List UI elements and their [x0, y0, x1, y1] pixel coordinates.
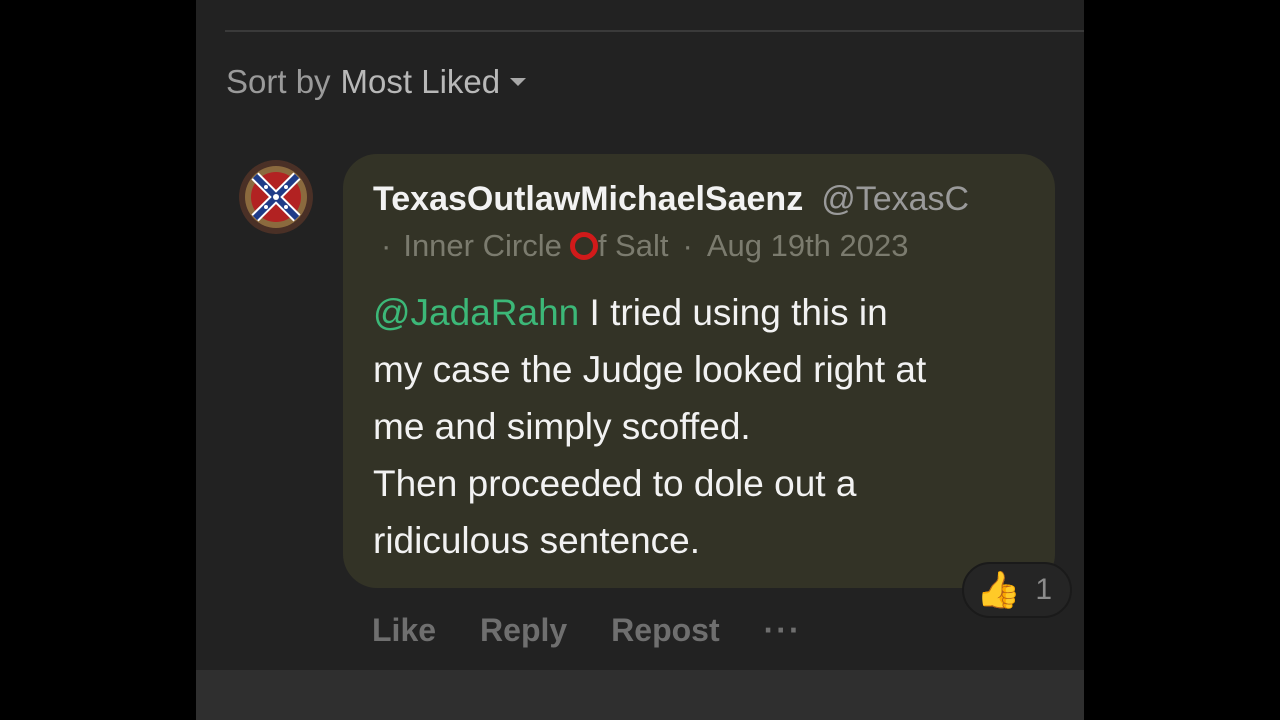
comment-bubble: TexasOutlawMichaelSaenz @TexasC · Inner C…	[343, 154, 1055, 588]
group-name-part[interactable]: Inner Circle	[403, 228, 562, 264]
reaction-count: 1	[1035, 573, 1052, 606]
like-button[interactable]: Like	[372, 612, 436, 649]
body-line: I tried using this in	[579, 292, 888, 333]
reaction-badge[interactable]: 👍 1	[962, 562, 1072, 618]
repost-button[interactable]: Repost	[611, 612, 719, 649]
comments-panel: Sort by Most Liked TexasOutlawMichaelSae…	[196, 0, 1084, 720]
group-name-part[interactable]: f Salt	[598, 228, 669, 264]
more-options-icon[interactable]: ···	[764, 612, 802, 649]
mention-link[interactable]: @JadaRahn	[373, 292, 579, 333]
comment-meta: · Inner Circle f Salt · Aug 19th 2023	[381, 228, 909, 264]
red-circle-annotation-icon	[569, 232, 598, 260]
divider	[225, 30, 1084, 32]
body-line: ridiculous sentence.	[373, 520, 701, 561]
comment-actions: Like Reply Repost ···	[372, 608, 846, 652]
battle-flag-avatar-icon	[239, 160, 313, 234]
caret-down-icon[interactable]	[510, 78, 527, 86]
meta-separator: ·	[381, 228, 392, 263]
body-line: Then proceeded to dole out a	[373, 463, 857, 504]
bottom-bar	[196, 670, 1084, 720]
meta-separator: ·	[682, 228, 693, 263]
comment-date[interactable]: Aug 19th 2023	[707, 228, 909, 264]
body-line: me and simply scoffed.	[373, 406, 751, 447]
avatar[interactable]	[239, 160, 313, 234]
author-name[interactable]: TexasOutlawMichaelSaenz	[373, 180, 803, 218]
sort-dropdown[interactable]: Sort by Most Liked	[226, 62, 527, 102]
comment-body: @JadaRahn I tried using this in my case …	[373, 284, 1043, 569]
reply-button[interactable]: Reply	[480, 612, 567, 649]
body-line: my case the Judge looked right at	[373, 349, 927, 390]
author-line: TexasOutlawMichaelSaenz @TexasC	[373, 180, 1029, 224]
thumbs-up-icon: 👍	[976, 569, 1021, 610]
sort-label: Sort by	[226, 63, 331, 100]
author-handle[interactable]: @TexasC	[821, 180, 969, 218]
sort-value[interactable]: Most Liked	[341, 63, 501, 101]
